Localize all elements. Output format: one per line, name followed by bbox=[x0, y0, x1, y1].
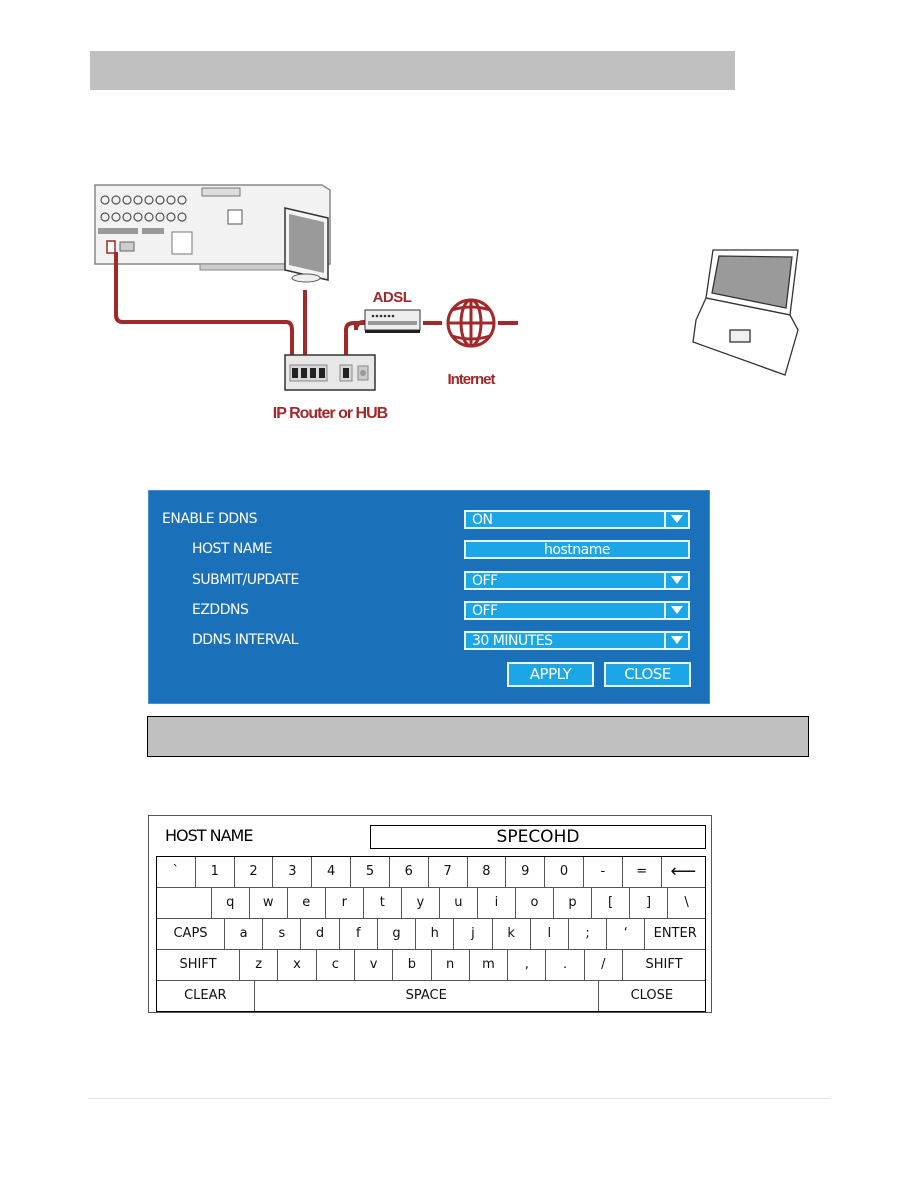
key-blank[interactable] bbox=[157, 888, 211, 918]
router-icon bbox=[284, 354, 376, 391]
key-symbol[interactable]: ] bbox=[629, 888, 667, 918]
keyboard-row: SHIFT z x c v b n m,. / SHIFT bbox=[157, 949, 705, 980]
key-e[interactable]: e bbox=[286, 888, 325, 918]
key-space[interactable]: SPACE bbox=[253, 981, 598, 1011]
key-9[interactable]: 9 bbox=[505, 857, 544, 887]
keyboard-row: q w e r t y u i o p[] \ bbox=[157, 887, 705, 918]
key-k[interactable]: k bbox=[491, 919, 530, 949]
key-s[interactable]: s bbox=[262, 919, 300, 949]
key-1[interactable]: 1 bbox=[194, 857, 234, 887]
close-button[interactable]: CLOSE bbox=[604, 662, 691, 687]
keyboard-row: CAPS a s d f g h j k l; ‘ENTER bbox=[157, 918, 705, 949]
key-shift[interactable]: SHIFT bbox=[157, 950, 239, 980]
key-l[interactable]: l bbox=[529, 919, 568, 949]
key-d[interactable]: d bbox=[300, 919, 338, 949]
key-q[interactable]: q bbox=[210, 888, 249, 918]
key-8[interactable]: 8 bbox=[466, 857, 506, 887]
key-o[interactable]: o bbox=[514, 888, 553, 918]
key-symbol[interactable]: , bbox=[507, 950, 545, 980]
key-i[interactable]: i bbox=[476, 888, 515, 918]
key-symbol[interactable]: . bbox=[545, 950, 583, 980]
key-grid: ` 1 2 3 4 5 6 7 8 9 0- = ⟵ q w e r t y u i o p[] \ CAPS a s d f g h j k l… bbox=[156, 856, 706, 1012]
key-u[interactable]: u bbox=[438, 888, 477, 918]
enable-ddns-label: ENABLE DDNS bbox=[162, 511, 258, 527]
key-p[interactable]: p bbox=[552, 888, 591, 918]
ddns-settings-panel: ENABLE DDNS ON HOST NAME hostname SUBMIT… bbox=[148, 490, 710, 704]
key-g[interactable]: g bbox=[376, 919, 415, 949]
key-w[interactable]: w bbox=[248, 888, 287, 918]
virtual-keyboard: HOST NAME SPECOHD ` 1 2 3 4 5 6 7 8 9 0- = ⟵ q w e r t y u i… bbox=[148, 815, 712, 1013]
ddns-interval-dropdown[interactable]: 30 MINUTES bbox=[464, 631, 690, 650]
chevron-down-icon bbox=[664, 603, 688, 618]
key-symbol[interactable]: [ bbox=[591, 888, 629, 918]
chevron-down-icon bbox=[664, 573, 688, 588]
key-symbol[interactable]: \ bbox=[667, 888, 705, 918]
key-v[interactable]: v bbox=[353, 950, 392, 980]
host-name-label: HOST NAME bbox=[192, 541, 272, 557]
key-z[interactable]: z bbox=[239, 950, 277, 980]
router-label: IP Router or HUB bbox=[273, 405, 388, 422]
key-symbol[interactable]: ‘ bbox=[606, 919, 644, 949]
globe-icon bbox=[446, 298, 496, 348]
keyboard-row: ` 1 2 3 4 5 6 7 8 9 0- = ⟵ bbox=[157, 857, 705, 887]
key-caps[interactable]: CAPS bbox=[157, 919, 224, 949]
key-m[interactable]: m bbox=[468, 950, 507, 980]
keyboard-title: HOST NAME bbox=[165, 826, 253, 845]
section-header-bar bbox=[90, 51, 735, 90]
key-symbol[interactable]: ` bbox=[157, 857, 195, 887]
host-name-value: hostname bbox=[544, 542, 610, 558]
ddns-interval-value: 30 MINUTES bbox=[472, 633, 553, 649]
apply-button[interactable]: APPLY bbox=[507, 662, 594, 687]
keyboard-row: CLEAR SPACE CLOSE bbox=[157, 980, 705, 1011]
internet-label: Internet bbox=[447, 371, 495, 388]
key-enter[interactable]: ENTER bbox=[644, 919, 705, 949]
submit-update-label: SUBMIT/UPDATE bbox=[192, 572, 299, 588]
key-7[interactable]: 7 bbox=[427, 857, 467, 887]
key-symbol[interactable]: / bbox=[583, 950, 622, 980]
key-b[interactable]: b bbox=[392, 950, 430, 980]
ezddns-label: EZDDNS bbox=[192, 602, 249, 618]
note-bar bbox=[147, 716, 809, 757]
footer-divider bbox=[88, 1098, 830, 1099]
key-x[interactable]: x bbox=[277, 950, 315, 980]
key-a[interactable]: a bbox=[224, 919, 262, 949]
chevron-down-icon bbox=[664, 512, 688, 527]
key-r[interactable]: r bbox=[324, 888, 363, 918]
network-diagram: IP Router or HUB ADSL Internet bbox=[94, 184, 799, 422]
chevron-down-icon bbox=[664, 633, 688, 648]
ezddns-dropdown[interactable]: OFF bbox=[464, 601, 690, 620]
monitor-icon bbox=[284, 207, 329, 283]
key-symbol[interactable]: - bbox=[582, 857, 622, 887]
key-0[interactable]: 0 bbox=[544, 857, 583, 887]
ezddns-value: OFF bbox=[472, 603, 498, 619]
key-n[interactable]: n bbox=[430, 950, 469, 980]
key-y[interactable]: y bbox=[400, 888, 439, 918]
key-f[interactable]: f bbox=[338, 919, 377, 949]
key-5[interactable]: 5 bbox=[350, 857, 389, 887]
key-shift[interactable]: SHIFT bbox=[622, 950, 705, 980]
key-h[interactable]: h bbox=[415, 919, 453, 949]
adsl-modem-icon bbox=[364, 309, 421, 333]
key-clear[interactable]: CLEAR bbox=[157, 981, 254, 1011]
key-t[interactable]: t bbox=[362, 888, 401, 918]
key-3[interactable]: 3 bbox=[272, 857, 311, 887]
laptop-icon bbox=[692, 249, 799, 376]
keyboard-input[interactable]: SPECOHD bbox=[370, 825, 706, 849]
key-close[interactable]: CLOSE bbox=[597, 981, 705, 1011]
ddns-interval-label: DDNS INTERVAL bbox=[192, 632, 298, 648]
key-symbol[interactable]: = bbox=[621, 857, 661, 887]
host-name-input[interactable]: hostname bbox=[464, 540, 690, 559]
key-c[interactable]: c bbox=[315, 950, 354, 980]
key-2[interactable]: 2 bbox=[233, 857, 273, 887]
key-4[interactable]: 4 bbox=[311, 857, 350, 887]
submit-update-dropdown[interactable]: OFF bbox=[464, 571, 690, 590]
key-symbol[interactable]: ; bbox=[567, 919, 606, 949]
submit-update-value: OFF bbox=[472, 573, 498, 589]
key-j[interactable]: j bbox=[453, 919, 491, 949]
enable-ddns-dropdown[interactable]: ON bbox=[464, 510, 690, 529]
key-6[interactable]: 6 bbox=[388, 857, 428, 887]
key-backspace[interactable]: ⟵ bbox=[660, 857, 705, 887]
adsl-label: ADSL bbox=[373, 289, 412, 306]
enable-ddns-value: ON bbox=[472, 512, 493, 528]
